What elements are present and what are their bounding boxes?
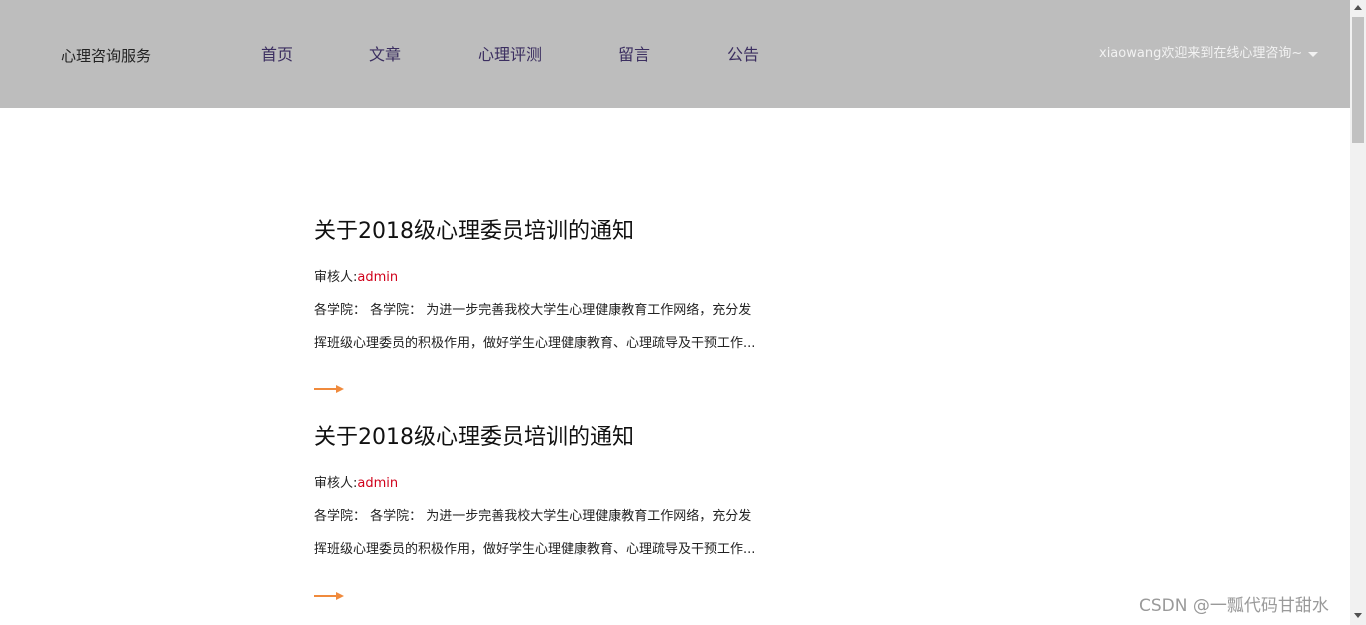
scroll-down-icon[interactable] [1354,613,1362,618]
article-title[interactable]: 关于2018级心理委员培训的通知 [314,423,634,453]
article-summary-line1: 各学院： 各学院： 为进一步完善我校大学生心理健康教育工作网络，充分发 [314,509,752,524]
arrow-head [336,385,344,393]
top-header: 心理咨询服务 首页 文章 心理评测 留言 公告 xiaowang欢迎来到在线心理… [0,0,1350,108]
reviewer-name: admin [357,476,399,491]
user-welcome-text: xiaowang欢迎来到在线心理咨询~ [1099,46,1303,61]
chevron-down-icon [1308,51,1319,57]
arrow-shaft [314,595,338,597]
article-title[interactable]: 关于2018级心理委员培训的通知 [314,217,634,247]
arrow-shaft [314,388,338,390]
article-reviewer: 审核人:admin [314,475,398,493]
arrow-right-icon[interactable] [314,591,344,601]
article-card: 关于2018级心理委员培训的通知 审核人:admin 各学院： 各学院： 为进一… [314,217,774,397]
article-summary-line1: 各学院： 各学院： 为进一步完善我校大学生心理健康教育工作网络，充分发 [314,303,752,318]
article-summary-line2: 挥班级心理委员的积极作用，做好学生心理健康教育、心理疏导及干预工作... [314,336,756,351]
nav-item-home[interactable]: 首页 [261,44,293,66]
arrow-head [336,592,344,600]
nav-item-assessment[interactable]: 心理评测 [478,44,542,66]
scroll-up-icon[interactable] [1354,5,1362,10]
article-reviewer: 审核人:admin [314,269,398,287]
csdn-watermark: CSDN @一瓢代码甘甜水 [1139,596,1329,616]
reviewer-label: 审核人: [314,476,358,491]
nav-item-announcements[interactable]: 公告 [727,44,759,66]
article-card: 关于2018级心理委员培训的通知 审核人:admin 各学院： 各学院： 为进一… [314,423,774,603]
scrollbar-thumb[interactable] [1352,17,1364,143]
reviewer-label: 审核人: [314,270,358,285]
article-summary-line2: 挥班级心理委员的积极作用，做好学生心理健康教育、心理疏导及干预工作... [314,542,756,557]
page: 心理咨询服务 首页 文章 心理评测 留言 公告 xiaowang欢迎来到在线心理… [0,0,1366,625]
reviewer-name: admin [357,270,399,285]
nav-item-articles[interactable]: 文章 [369,44,401,66]
nav-item-messages[interactable]: 留言 [618,44,650,66]
brand-title[interactable]: 心理咨询服务 [61,46,151,66]
arrow-right-icon[interactable] [314,384,344,394]
user-menu-dropdown[interactable]: xiaowang欢迎来到在线心理咨询~ [1099,44,1319,64]
vertical-scrollbar[interactable] [1350,0,1366,625]
